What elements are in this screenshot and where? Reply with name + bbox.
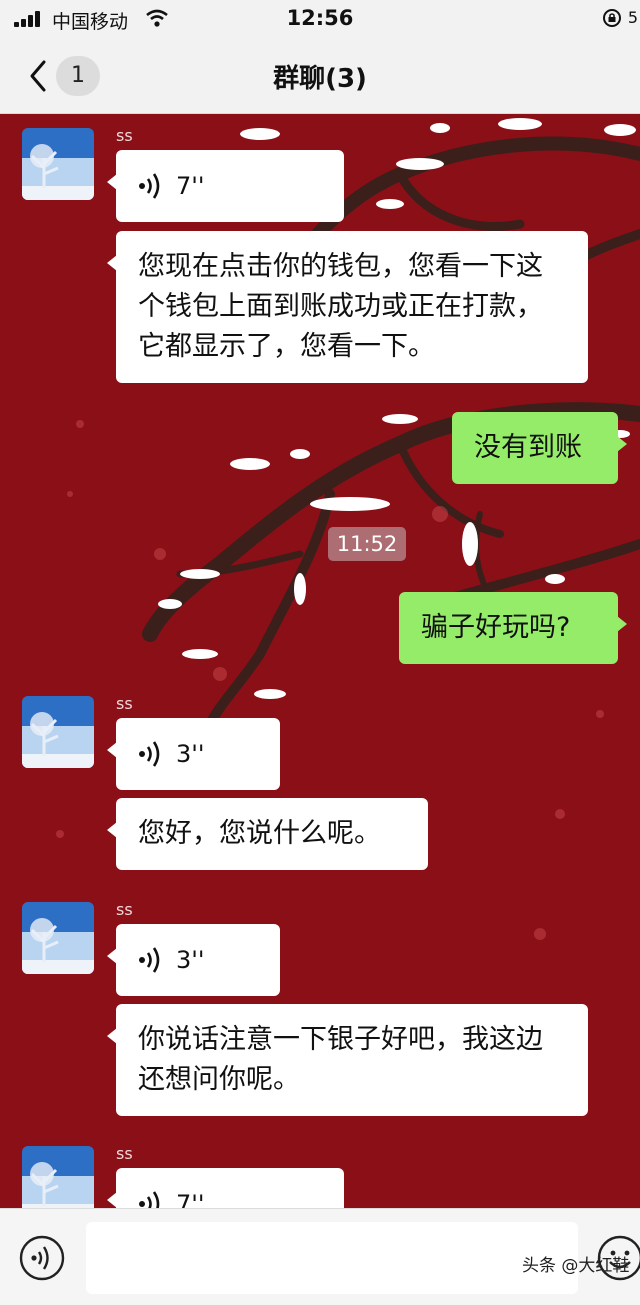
voice-input-icon[interactable] (18, 1234, 66, 1282)
voice-message[interactable]: 3'' (107, 718, 280, 790)
voice-duration: 7'' (176, 1190, 205, 1208)
voice-message[interactable]: 3'' (107, 924, 280, 996)
text-message[interactable]: 您好，您说什么呢。 (107, 798, 428, 870)
voice-wave-icon (139, 1191, 160, 1208)
status-time: 12:56 (286, 6, 354, 30)
avatar[interactable] (22, 128, 94, 200)
voice-message[interactable]: 7'' (107, 1168, 344, 1208)
chat-title: 群聊(3) (273, 64, 367, 94)
lock-rotation-icon (603, 9, 621, 27)
status-bar: 中国移动 12:56 5 (0, 0, 640, 38)
watermark-text: 头条 @大红鞋 (522, 1256, 630, 1276)
voice-wave-icon (139, 947, 160, 973)
avatar[interactable] (22, 1146, 94, 1208)
avatar-image (22, 696, 94, 768)
voice-duration: 3'' (176, 740, 205, 768)
text-message[interactable]: 你说话注意一下银子好吧，我这边还想问你呢。 (107, 1004, 588, 1116)
chat-area[interactable]: ss 7'' 您现在点击你的钱包，您看一下这个钱包上面到账成功或正在打款，它都显… (0, 114, 640, 1208)
text-message[interactable]: 您现在点击你的钱包，您看一下这个钱包上面到账成功或正在打款，它都显示了，您看一下… (107, 231, 588, 383)
avatar-image (22, 902, 94, 974)
avatar[interactable] (22, 902, 94, 974)
sender-name: ss (116, 900, 133, 919)
message-timestamp: 11:52 (328, 527, 406, 561)
message-input[interactable] (86, 1222, 578, 1294)
avatar-image (22, 128, 94, 200)
text-message-outgoing[interactable]: 没有到账 (452, 412, 627, 484)
avatar[interactable] (22, 696, 94, 768)
nav-bar: 1 群聊(3) (0, 38, 640, 114)
sender-name: ss (116, 694, 133, 713)
voice-wave-icon (139, 741, 160, 767)
text-message-outgoing[interactable]: 骗子好玩吗? (399, 592, 627, 664)
avatar-image (22, 1146, 94, 1208)
sender-name: ss (116, 1144, 133, 1163)
sender-name: ss (116, 126, 133, 145)
battery-indicator: 5 (627, 8, 638, 27)
input-bar: 头条 @大红鞋 (0, 1208, 640, 1305)
voice-wave-icon (139, 173, 160, 199)
voice-duration: 7'' (176, 172, 205, 200)
voice-message[interactable]: 7'' (107, 150, 344, 222)
voice-duration: 3'' (176, 946, 205, 974)
